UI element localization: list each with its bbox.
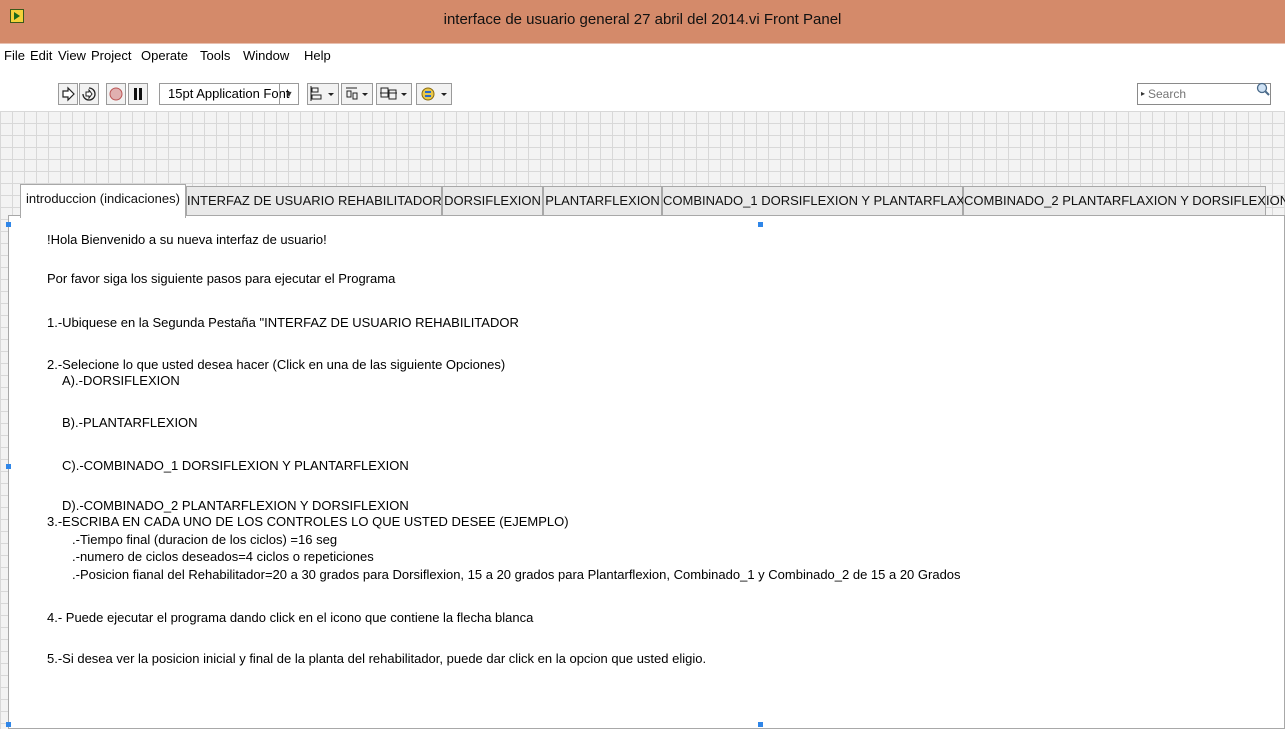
menu-bar: File Edit View Project Operate Tools Win… xyxy=(0,43,1285,68)
menu-edit[interactable]: Edit xyxy=(30,48,52,63)
selection-handle[interactable] xyxy=(758,722,763,727)
step-4-text: 4.- Puede ejecutar el programa dando cli… xyxy=(47,610,534,625)
option-c-text: C).-COMBINADO_1 DORSIFLEXION Y PLANTARFL… xyxy=(62,458,409,473)
search-input[interactable] xyxy=(1148,86,1252,102)
abort-button[interactable] xyxy=(106,83,126,105)
step-2-text: 2.-Selecione lo que usted desea hacer (C… xyxy=(47,357,506,372)
menu-operate[interactable]: Operate xyxy=(141,48,188,63)
menu-window[interactable]: Window xyxy=(243,48,289,63)
selection-handle[interactable] xyxy=(758,222,763,227)
example-3-text: .-Posicion fianal del Rehabilitador=20 a… xyxy=(72,567,961,582)
step-3-text: 3.-ESCRIBA EN CADA UNO DE LOS CONTROLES … xyxy=(47,514,569,529)
tab-interfaz-usuario[interactable]: INTERFAZ DE USUARIO REHABILITADOR xyxy=(186,186,442,216)
tab-combinado-2[interactable]: COMBINADO_2 PLANTARFLAXION Y DORSIFLEXIO… xyxy=(963,186,1285,216)
distribute-objects-icon xyxy=(346,87,368,100)
font-selector-label: 15pt Application Font xyxy=(168,86,290,101)
option-b-text: B).-PLANTARFLEXION xyxy=(62,415,198,430)
distribute-objects-button[interactable] xyxy=(341,83,373,105)
tab-plantarflexion[interactable]: PLANTARFLEXION xyxy=(543,186,662,216)
tab-introduccion[interactable]: introduccion (indicaciones) xyxy=(20,184,186,218)
step-5-text: 5.-Si desea ver la posicion inicial y fi… xyxy=(47,651,707,666)
search-icon[interactable] xyxy=(1256,82,1270,96)
intro-text: Por favor siga los siguiente pasos para … xyxy=(47,271,396,286)
example-2-text: .-numero de ciclos deseados=4 ciclos o r… xyxy=(72,549,374,564)
run-continuously-icon xyxy=(82,87,96,101)
selection-handle[interactable] xyxy=(6,722,11,727)
window-title: interface de usuario general 27 abril de… xyxy=(443,11,842,28)
example-1-text: .-Tiempo final (duracion de los ciclos) … xyxy=(72,532,338,547)
tab-dorsiflexion[interactable]: DORSIFLEXION xyxy=(442,186,543,216)
step-1-text: 1.-Ubiquese en la Segunda Pestaña "INTER… xyxy=(47,315,519,330)
pause-icon xyxy=(134,88,142,100)
resize-objects-icon xyxy=(380,87,407,100)
option-d-text: D).-COMBINADO_2 PLANTARFLEXION Y DORSIFL… xyxy=(62,498,409,513)
reorder-button[interactable] xyxy=(416,83,452,105)
resize-objects-button[interactable] xyxy=(376,83,412,105)
menu-view[interactable]: View xyxy=(58,48,86,63)
run-arrow-icon xyxy=(62,86,75,102)
pause-button[interactable] xyxy=(128,83,148,105)
selection-handle[interactable] xyxy=(6,222,11,227)
align-objects-icon xyxy=(310,86,334,101)
font-selector[interactable]: 15pt Application Font ▼ xyxy=(159,83,299,105)
align-objects-button[interactable] xyxy=(307,83,339,105)
search-box[interactable]: ▸ xyxy=(1137,83,1271,105)
menu-tools[interactable]: Tools xyxy=(200,48,230,63)
reorder-icon xyxy=(421,87,447,101)
search-dropdown-icon: ▸ xyxy=(1141,89,1146,98)
menu-help[interactable]: Help xyxy=(304,48,331,63)
run-continuously-button[interactable] xyxy=(79,83,99,105)
tab-combinado-1[interactable]: COMBINADO_1 DORSIFLEXION Y PLANTARFLAXIO… xyxy=(662,186,988,216)
option-a-text: A).-DORSIFLEXION xyxy=(62,373,180,388)
run-arrow-button[interactable] xyxy=(58,83,78,105)
title-bar: interface de usuario general 27 abril de… xyxy=(0,0,1285,43)
chevron-down-icon: ▼ xyxy=(279,84,298,104)
menu-project[interactable]: Project xyxy=(91,48,131,63)
greeting-text: !Hola Bienvenido a su nueva interfaz de … xyxy=(47,232,327,247)
stop-icon xyxy=(109,87,123,101)
toolbar: 15pt Application Font ▼ ▸ xyxy=(0,67,1285,111)
selection-handle[interactable] xyxy=(6,464,11,469)
menu-file[interactable]: File xyxy=(4,48,25,63)
